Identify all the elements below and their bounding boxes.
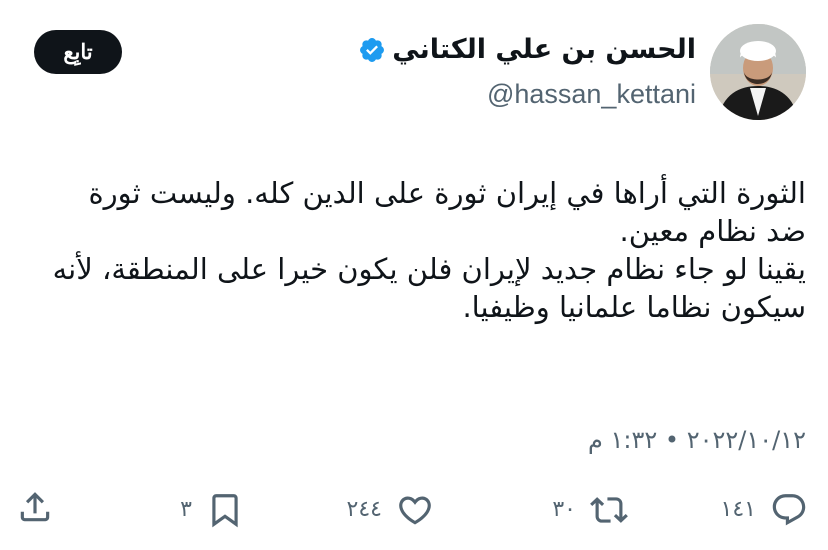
- heart-icon: [399, 496, 431, 525]
- share-button[interactable]: [16, 488, 54, 526]
- tweet-paragraph: الثورة التي أراها في إيران ثورة على الدي…: [88, 176, 806, 248]
- bookmark-button[interactable]: ٣: [180, 488, 244, 532]
- reply-icon: [772, 494, 806, 526]
- bookmark-count: ٣: [180, 497, 192, 522]
- like-count: ٢٤٤: [346, 497, 382, 522]
- retweet-icon: [590, 497, 628, 523]
- follow-button[interactable]: تابِع: [34, 30, 122, 74]
- author-handle[interactable]: @hassan_kettani: [487, 76, 696, 112]
- bookmark-icon: [212, 494, 238, 528]
- author-name-row: الحسن بن علي الكتاني: [358, 30, 696, 70]
- share-icon: [20, 492, 50, 522]
- tweet-timestamp[interactable]: ٢٠٢٢/١٠/١٢ • ١:٣٢ م: [588, 424, 806, 456]
- like-button[interactable]: ٢٤٤: [347, 488, 434, 532]
- tweet-paragraph: يقينا لو جاء نظام جديد لإيران فلن يكون خ…: [52, 252, 806, 324]
- reply-button[interactable]: ١٤١: [721, 488, 808, 532]
- avatar-image: [710, 24, 806, 120]
- retweet-button[interactable]: ٣٠: [552, 488, 628, 532]
- reply-count: ١٤١: [720, 497, 756, 522]
- tweet-text: الثورة التي أراها في إيران ثورة على الدي…: [46, 174, 806, 326]
- verified-badge-icon: [360, 38, 385, 62]
- avatar[interactable]: [710, 24, 806, 120]
- author-display-name[interactable]: الحسن بن علي الكتاني: [392, 30, 696, 70]
- retweet-count: ٣٠: [552, 497, 576, 522]
